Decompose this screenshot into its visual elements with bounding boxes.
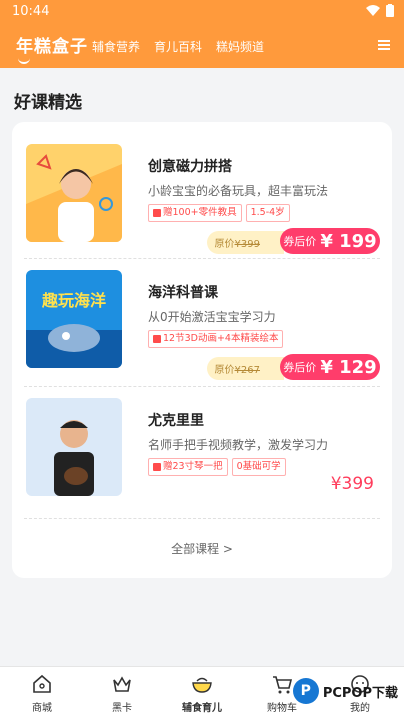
watermark: P PCPOP下载 (292, 678, 398, 704)
gift-tag: 赠23寸琴一把 (148, 458, 228, 476)
coupon-price-badge[interactable]: 券后价 ¥ 129 (280, 354, 380, 380)
top-nav: 辅食营养 育儿百科 糕妈频道 (92, 38, 264, 55)
cart-icon (273, 676, 293, 694)
section-title: 好课精选 (14, 93, 82, 113)
all-courses-link[interactable]: 全部课程 > (12, 540, 392, 557)
svg-text:趣玩海洋: 趣玩海洋 (41, 291, 106, 310)
coupon-price-badge[interactable]: 券后价 ¥ 199 (280, 228, 380, 254)
nav-item-parenting[interactable]: 育儿百科 (154, 38, 202, 55)
level-tag: 0基础可学 (231, 458, 286, 476)
course-card: 创意磁力拼搭 小龄宝宝的必备玩具，超丰富玩法 赠100+零件教具 1.5-4岁 … (12, 122, 392, 578)
course-title: 创意磁力拼搭 (148, 159, 232, 175)
crown-icon (113, 676, 131, 692)
gift-tag: 赠100+零件教具 (148, 204, 242, 222)
tab-blackcard[interactable]: 黑卡 (92, 673, 152, 714)
menu-icon[interactable] (378, 40, 390, 50)
bowl-icon (192, 677, 212, 693)
gift-tag: 12节3D动画+4本精装绘本 (148, 330, 284, 348)
app-header: 年糕盒子 辅食营养 育儿百科 糕妈频道 (0, 24, 404, 68)
divider (24, 386, 380, 387)
course-image-ukulele (26, 398, 122, 496)
tab-shop[interactable]: 商城 (12, 673, 72, 714)
status-bar: 10:44 (0, 0, 404, 24)
divider (24, 258, 380, 259)
watermark-text: PCPOP下载 (322, 685, 398, 701)
gift-icon (153, 463, 161, 471)
course-desc: 小龄宝宝的必备玩具，超丰富玩法 (148, 184, 329, 198)
course-price: ¥399 (330, 474, 374, 494)
course-title: 海洋科普课 (148, 285, 218, 301)
nav-item-food[interactable]: 辅食营养 (92, 38, 140, 55)
app-logo[interactable]: 年糕盒子 (16, 32, 88, 57)
battery-icon (386, 4, 394, 17)
course-image-magnetic (26, 144, 122, 242)
age-tag: 1.5-4岁 (245, 204, 290, 222)
tab-food-parenting[interactable]: 辅食育儿 (172, 673, 232, 714)
course-desc: 名师手把手视频教学，激发学习力 (148, 438, 329, 452)
course-tags: 赠23寸琴一把 0基础可学 (148, 458, 286, 476)
course-image-ocean: 趣玩海洋 (26, 270, 122, 368)
nav-item-channel[interactable]: 糕妈频道 (216, 38, 264, 55)
status-icons (366, 4, 394, 17)
status-time: 10:44 (12, 4, 50, 19)
original-price: 原价¥399 (206, 231, 284, 254)
gift-icon (153, 335, 161, 343)
course-desc: 从0开始激活宝宝学习力 (148, 310, 276, 324)
watermark-logo-icon: P (292, 678, 319, 704)
course-item-magnetic[interactable]: 创意磁力拼搭 小龄宝宝的必备玩具，超丰富玩法 赠100+零件教具 1.5-4岁 … (24, 136, 380, 254)
logo-smile-mark (18, 57, 30, 64)
divider (24, 518, 380, 519)
original-price: 原价¥267 (206, 357, 284, 380)
course-item-ukulele[interactable]: 尤克里里 名师手把手视频教学，激发学习力 赠23寸琴一把 0基础可学 ¥399 (24, 390, 380, 500)
home-icon (33, 674, 51, 693)
wifi-icon (366, 5, 380, 16)
course-title: 尤克里里 (148, 413, 204, 429)
gift-icon (153, 209, 161, 217)
course-tags: 赠100+零件教具 1.5-4岁 (148, 204, 290, 222)
course-tags: 12节3D动画+4本精装绘本 (148, 330, 284, 348)
course-item-ocean[interactable]: 趣玩海洋 海洋科普课 从0开始激活宝宝学习力 12节3D动画+4本精装绘本 原价… (24, 262, 380, 380)
